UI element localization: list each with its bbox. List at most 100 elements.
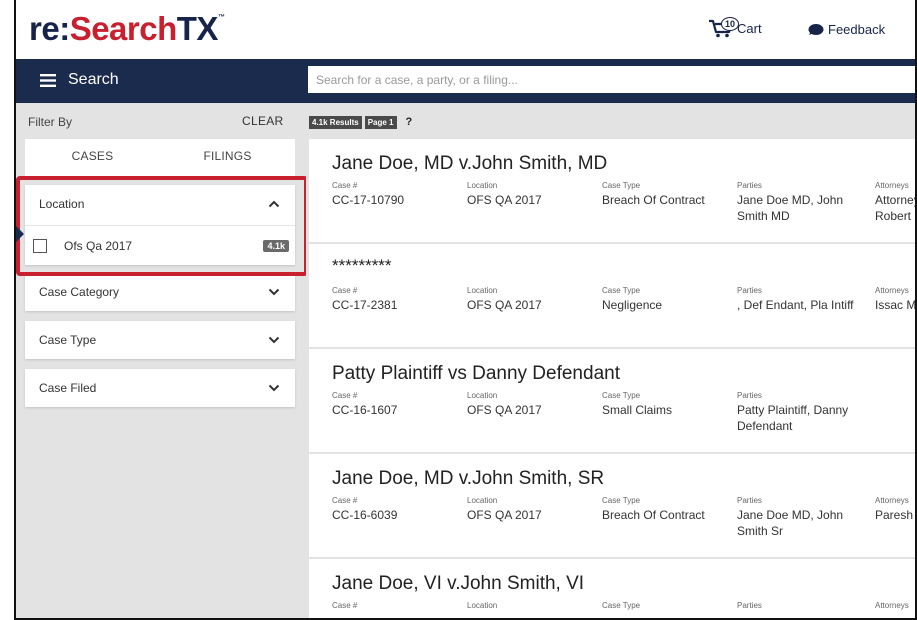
menu-label: Search [68,71,119,88]
filter-sidebar: Filter By CLEAR CASES FILINGS Location O… [16,103,306,618]
case-type: Breach Of Contract [602,193,705,207]
location-option-label: Ofs Qa 2017 [64,238,133,253]
case-location: OFS QA 2017 [467,193,542,207]
case-title[interactable]: Jane Doe, VI v.John Smith, VI [332,573,584,595]
location-label: Location [467,601,498,610]
search-input[interactable] [308,66,915,93]
case-filed-filter-panel[interactable]: Case Filed [25,369,295,407]
case-attorneys: Paresh [875,508,914,522]
case-title[interactable]: Jane Doe, MD v.John Smith, SR [332,468,604,490]
case-type-label: Case Type [602,391,641,400]
case-category-filter-panel[interactable]: Case Category [25,273,295,311]
attorneys-label: Attorneys [875,496,909,505]
location-label: Location [467,391,498,400]
case-type: Negligence [602,298,663,312]
pointer-arrow-icon [16,226,24,242]
case-parties: Patty Plaintiff, Danny Defendant [737,403,849,433]
parties-label: Parties [737,601,762,610]
results-page-badge: Page 1 [364,116,397,129]
location-filter-label: Location [39,197,85,211]
logo-part-search: Search [69,10,178,47]
tab-cases[interactable]: CASES [25,139,160,179]
case-number-label: Case # [332,181,358,190]
results-summary: 4.1k Results Page 1 ? [309,116,419,129]
case-attorneys: Attorney Robert [875,193,917,223]
case-card[interactable]: ********* Case # CC-17-2381 Location OFS Q… [309,244,917,347]
parties-label: Parties [737,286,762,295]
case-card[interactable]: Jane Doe, VI v.John Smith, VI Case # Loc… [309,559,915,618]
cart-label: Cart [737,20,762,36]
case-number: CC-17-2381 [332,298,398,312]
case-parties: Jane Doe MD, John Smith Sr [737,508,844,538]
logo[interactable]: re:SearchTX™ [29,10,225,47]
case-title[interactable]: Patty Plaintiff vs Danny Defendant [332,363,620,385]
location-filter-header[interactable]: Location [25,185,295,223]
location-label: Location [467,286,498,295]
case-type-label: Case Type [602,181,641,190]
attorneys-label: Attorneys [875,181,909,190]
case-attorneys: Issac M [875,298,917,312]
case-type: Small Claims [602,403,673,417]
case-type-label: Case Type [602,286,641,295]
attorneys-label: Attorneys [875,601,909,610]
case-type: Breach Of Contract [602,508,705,522]
location-option-count-badge: 4.1k [263,239,289,252]
case-number-label: Case # [332,391,358,400]
case-location: OFS QA 2017 [467,403,542,417]
hamburger-icon [40,73,56,87]
feedback-button[interactable]: Feedback [806,22,885,37]
logo-part-tx: TX [176,10,219,47]
case-parties: , Def Endant, Pla Intiff [737,298,854,312]
case-title[interactable]: ********* [332,256,392,276]
case-card[interactable]: Patty Plaintiff vs Danny Defendant Case … [309,349,915,452]
case-number: CC-17-10790 [332,193,405,207]
chevron-down-icon [268,288,280,296]
case-card[interactable]: Jane Doe, MD v.John Smith, SR Case # CC-1… [309,454,915,557]
app-window: re:SearchTX™ 10 Cart Feedback Search Sea… [14,0,917,620]
case-type-filter-panel[interactable]: Case Type [25,321,295,359]
case-location: OFS QA 2017 [467,508,542,522]
case-number: CC-16-1607 [332,403,398,417]
chevron-up-icon [268,200,280,208]
case-number: CC-16-6039 [332,508,398,522]
search-menu-button[interactable]: Search [40,71,119,89]
case-card[interactable]: Jane Doe, MD v.John Smith, MD Case # CC-1… [309,139,917,242]
case-number-label: Case # [332,601,358,610]
case-type-label: Case Type [602,496,641,505]
results-count-badge: 4.1k Results [309,116,362,129]
help-button[interactable]: ? [399,116,419,129]
feedback-icon [808,23,824,35]
case-filed-filter-label: Case Filed [39,381,97,395]
case-title[interactable]: Jane Doe, MD v.John Smith, MD [332,153,607,175]
navbar: Search [16,59,915,103]
logo-part-re: re: [29,10,70,47]
parties-label: Parties [737,496,762,505]
tab-filings[interactable]: FILINGS [160,139,295,179]
location-label: Location [467,496,498,505]
chevron-down-icon [268,384,280,392]
feedback-label: Feedback [828,22,886,37]
logo-trademark: ™ [217,14,225,21]
case-type-label: Case Type [602,601,641,610]
chevron-down-icon [268,336,280,344]
case-location: OFS QA 2017 [467,298,542,312]
attorneys-label: Attorneys [875,286,909,295]
top-header: re:SearchTX™ 10 Cart Feedback [16,0,915,59]
filter-by-label: Filter By [28,115,73,129]
location-filter-panel: Location Ofs Qa 2017 4.1k [25,185,295,265]
checkbox-icon[interactable] [33,238,47,253]
parties-label: Parties [737,181,762,190]
location-label: Location [467,181,498,190]
filter-tabs: CASES FILINGS [25,139,295,179]
case-parties: Jane Doe MD, John Smith MD [737,193,844,223]
results-pane: 4.1k Results Page 1 ? Jane Doe, MD v.Joh… [306,103,917,618]
cart-button[interactable]: 10 Cart [708,17,762,38]
parties-label: Parties [737,391,762,400]
cart-count-badge: 10 [721,17,739,31]
case-type-filter-label: Case Type [39,333,97,347]
case-number-label: Case # [332,286,358,295]
case-category-filter-label: Case Category [39,285,120,299]
location-option[interactable]: Ofs Qa 2017 4.1k [25,225,295,265]
clear-filters-button[interactable]: CLEAR [242,114,284,128]
case-number-label: Case # [332,496,358,505]
